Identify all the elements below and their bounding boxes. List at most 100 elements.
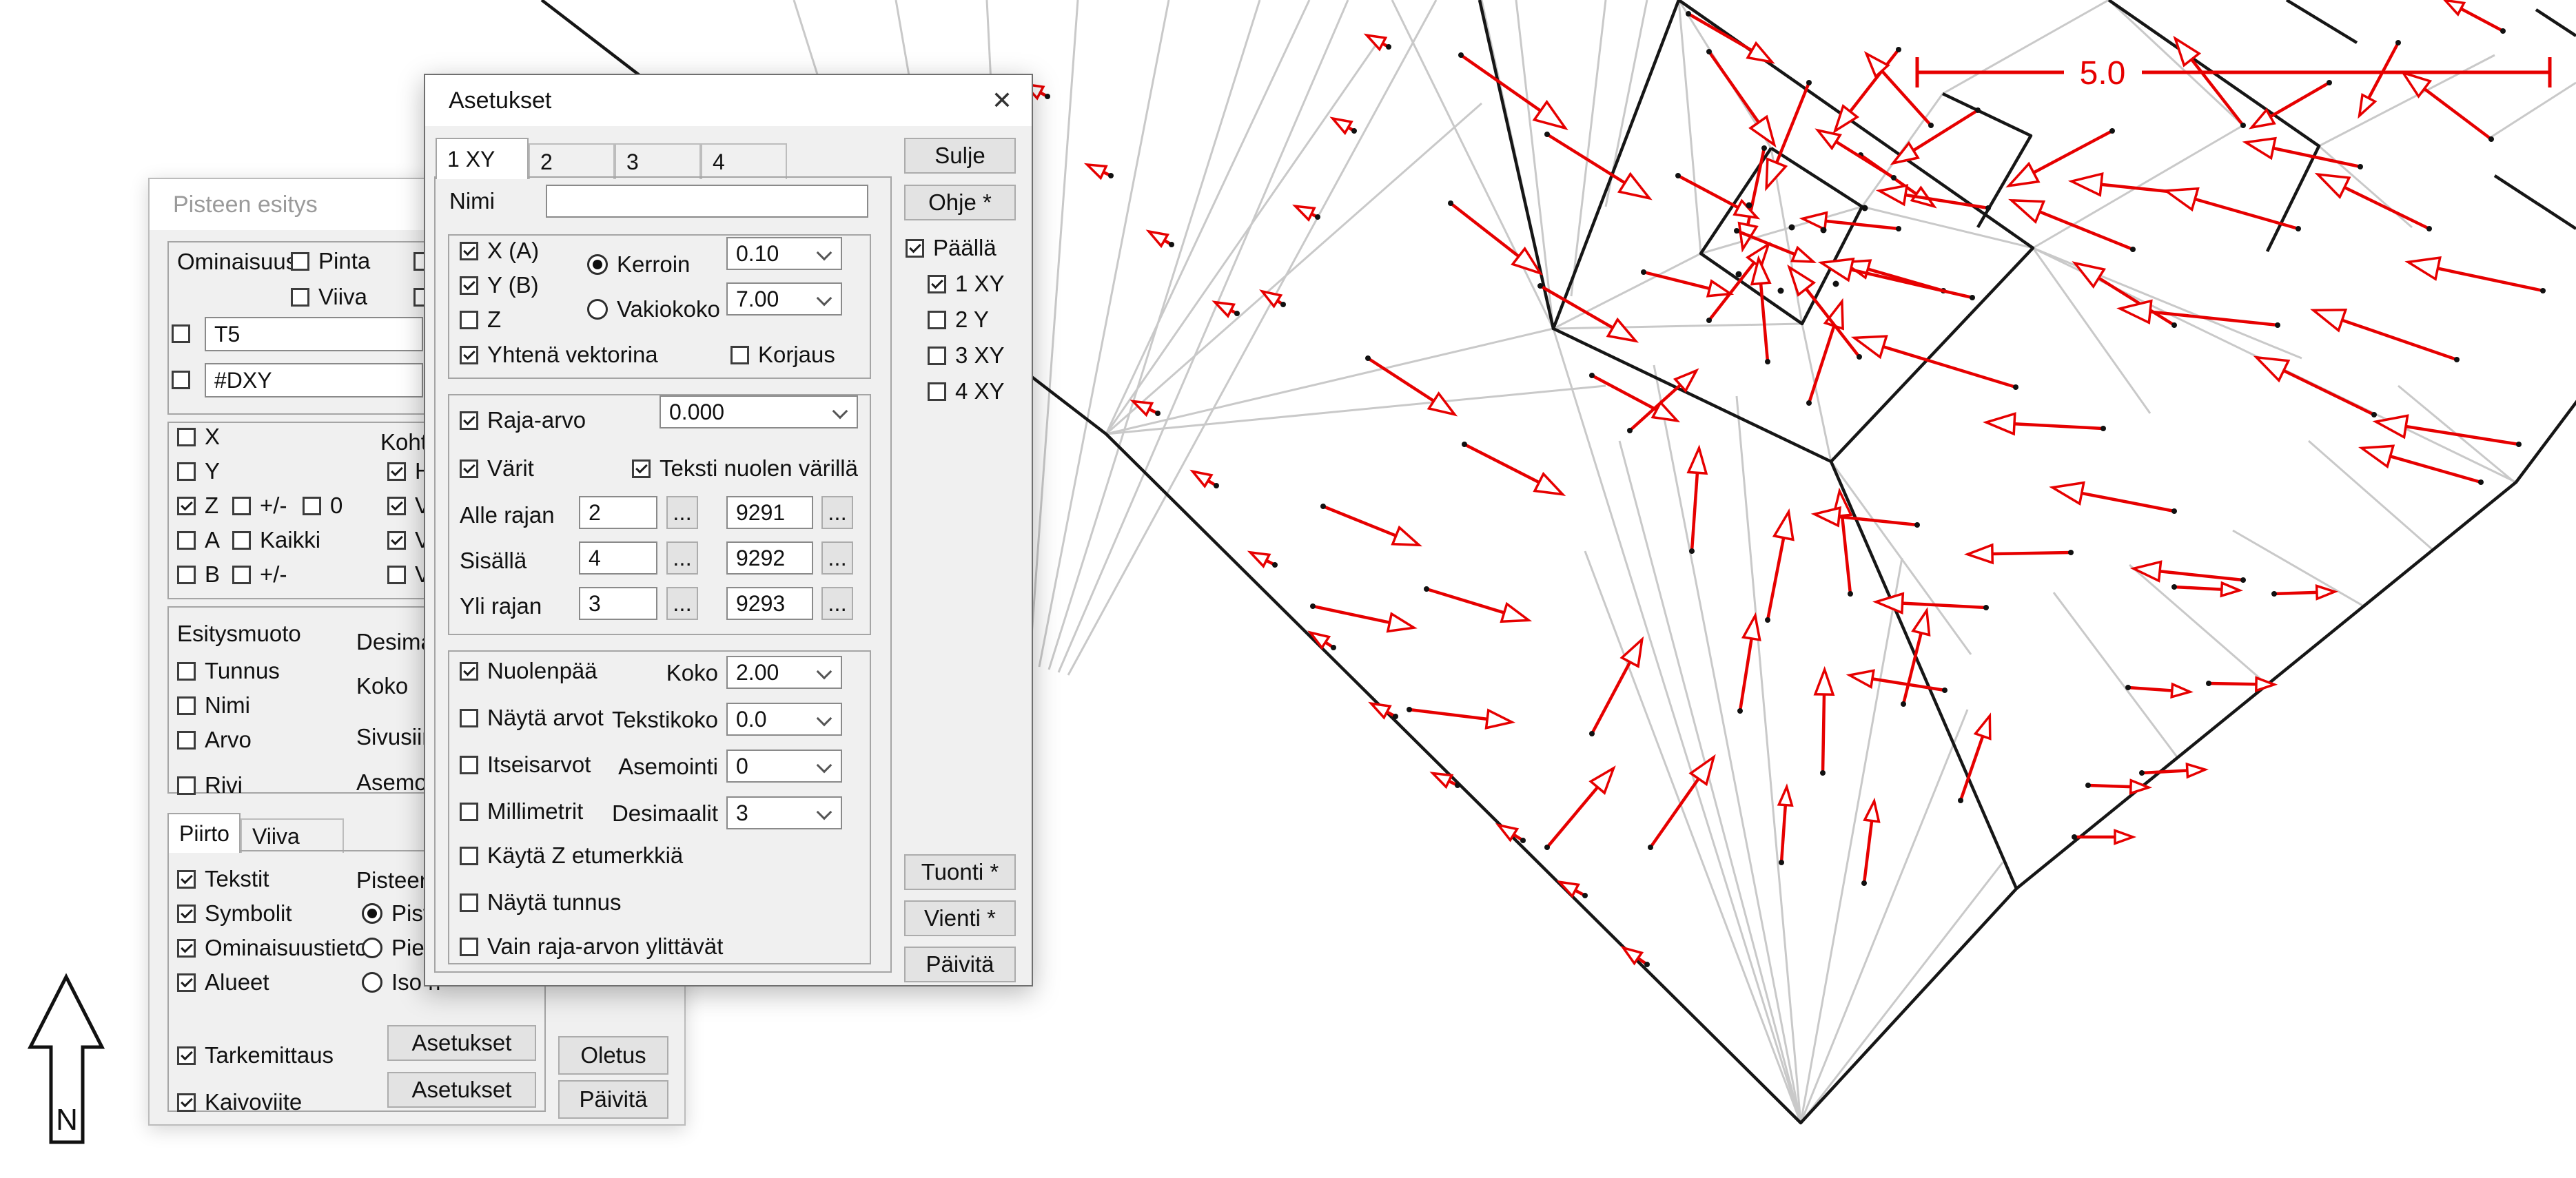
checkbox-4-xy[interactable]: 4 XY (928, 378, 1005, 405)
checkbox-nayta-arvot[interactable]: Näytä arvot (460, 704, 604, 732)
checkbox-pinta[interactable]: Pinta (291, 247, 370, 275)
koko-label: Koko (356, 672, 408, 700)
tab-viiva[interactable]: Viiva (241, 818, 344, 853)
tuonti-button[interactable]: Tuonti * (904, 854, 1016, 890)
checkbox-box (460, 709, 478, 727)
checkbox-plusminus-2[interactable]: +/- (232, 561, 287, 588)
close-button[interactable]: ✕ (972, 75, 1032, 126)
checkbox-box (232, 531, 251, 550)
paivita-button-2[interactable]: Päivitä (904, 947, 1016, 982)
checkbox-box (177, 776, 196, 795)
checkbox-viiva[interactable]: Viiva (291, 283, 367, 311)
radio-kerroin[interactable]: Kerroin (587, 251, 690, 278)
checkbox-y[interactable]: Y (177, 457, 220, 485)
vakiokoko-combo[interactable]: 7.00 (726, 282, 842, 316)
sisalla-symbol-browse-button[interactable]: ... (821, 541, 853, 575)
checkbox-2-y[interactable]: 2 Y (928, 306, 989, 333)
checkbox-tunnus[interactable]: Tunnus (177, 657, 280, 685)
ohje-button[interactable]: Ohje * (904, 185, 1016, 220)
checkbox-paalla[interactable]: Päällä (906, 234, 996, 262)
checkbox-zero[interactable]: 0 (303, 492, 343, 519)
oletus-button[interactable]: Oletus (558, 1036, 668, 1075)
checkbox-a[interactable]: A (177, 526, 220, 554)
checkbox-ominaisuustieto[interactable]: Ominaisuustieto (177, 934, 368, 962)
checkbox-3-xy[interactable]: 3 XY (928, 342, 1005, 369)
title-bar[interactable]: Asetukset (425, 75, 1032, 126)
checkbox-arvo[interactable]: Arvo (177, 726, 252, 754)
tab-4[interactable]: 4 (701, 143, 787, 179)
tab-2[interactable]: 2 (529, 143, 615, 179)
checkbox-symbolit[interactable]: Symbolit (177, 900, 292, 927)
vienti-button[interactable]: Vienti * (904, 900, 1016, 936)
desimaalit-combo[interactable]: 3 (726, 796, 842, 829)
checkbox-t5[interactable] (172, 320, 190, 347)
checkbox-alueet[interactable]: Alueet (177, 969, 269, 996)
asetukset-dialog: Asetukset ✕ 1 XY 2 3 4 Nimi X (A) Y (B) … (424, 74, 1033, 986)
checkbox-z[interactable]: Z (177, 492, 218, 519)
kerroin-combo[interactable]: 0.10 (726, 237, 842, 270)
checkbox-z[interactable]: Z (460, 306, 501, 333)
tarkemittaus-asetukset-button[interactable]: Asetukset (387, 1025, 536, 1061)
asemointi-combo[interactable]: 0 (726, 750, 842, 783)
alle-rajan-symbol-browse-button[interactable]: ... (821, 496, 853, 529)
radio-circle (362, 903, 382, 924)
checkbox-teksti-nuolen-varilla[interactable]: Teksti nuolen värillä (632, 455, 858, 482)
checkbox-box (172, 371, 190, 389)
checkbox-yhtena-vektorina[interactable]: Yhtenä vektorina (460, 341, 658, 369)
checkbox-raja-arvo[interactable]: Raja-arvo (460, 406, 586, 434)
checkbox-b[interactable]: B (177, 561, 220, 588)
alle-rajan-symbol-field[interactable]: 9291 (726, 496, 813, 529)
checkbox-box (177, 1046, 196, 1065)
checkbox-x[interactable]: X (177, 423, 220, 451)
alle-rajan-color-field[interactable]: 2 (579, 496, 657, 529)
sisalla-color-browse-button[interactable]: ... (666, 541, 698, 575)
checkbox-box (177, 731, 196, 750)
checkbox-y-b[interactable]: Y (B) (460, 271, 539, 299)
checkbox-nayta-tunnus[interactable]: Näytä tunnus (460, 889, 621, 916)
checkbox-tekstit[interactable]: Tekstit (177, 865, 269, 893)
checkbox-plusminus-1[interactable]: +/- (232, 492, 287, 519)
tab-piirto[interactable]: Piirto (167, 813, 241, 853)
checkbox-dxy[interactable] (172, 366, 190, 393)
checkbox-box (232, 566, 251, 584)
dxy-field[interactable]: #DXY (205, 363, 423, 397)
paivita-button-1[interactable]: Päivitä (558, 1080, 668, 1119)
checkbox-1-xy[interactable]: 1 XY (928, 270, 1005, 298)
checkbox-kaivoviite[interactable]: Kaivoviite (177, 1088, 302, 1116)
checkbox-vain-raja-arvon-ylittavat[interactable]: Vain raja-arvon ylittävät (460, 933, 723, 960)
checkbox-kaikki[interactable]: Kaikki (232, 526, 320, 554)
checkbox-korjaus[interactable]: Korjaus (730, 341, 835, 369)
checkbox-kayta-z-etumerkkia[interactable]: Käytä Z etumerkkiä (460, 842, 683, 869)
checkbox-varit[interactable]: Värit (460, 455, 534, 482)
kaivoviite-asetukset-button[interactable]: Asetukset (387, 1072, 536, 1108)
t5-field[interactable]: T5 (205, 317, 423, 351)
yli-rajan-symbol-browse-button[interactable]: ... (821, 587, 853, 620)
koko-combo[interactable]: 2.00 (726, 656, 842, 689)
radio-vakiokoko[interactable]: Vakiokoko (587, 296, 720, 323)
tekstikoko-combo[interactable]: 0.0 (726, 703, 842, 736)
checkbox-box (460, 346, 478, 364)
yli-rajan-color-field[interactable]: 3 (579, 587, 657, 620)
checkbox-box (460, 276, 478, 295)
checkbox-box (460, 893, 478, 912)
ominaisuus-label: Ominaisuus (177, 248, 297, 276)
checkbox-nimi[interactable]: Nimi (177, 692, 250, 719)
alle-rajan-color-browse-button[interactable]: ... (666, 496, 698, 529)
checkbox-nuolenpaa[interactable]: Nuolenpää (460, 657, 597, 685)
sisalla-symbol-field[interactable]: 9292 (726, 541, 813, 575)
tab-3[interactable]: 3 (615, 143, 701, 179)
raja-arvo-combo[interactable]: 0.000 (660, 395, 858, 428)
checkbox-itseisarvot[interactable]: Itseisarvot (460, 751, 591, 778)
checkbox-box (928, 275, 946, 293)
checkbox-x-a[interactable]: X (A) (460, 237, 539, 265)
checkbox-rivi[interactable]: Rivi (177, 772, 243, 799)
yli-rajan-color-browse-button[interactable]: ... (666, 587, 698, 620)
yli-rajan-symbol-field[interactable]: 9293 (726, 587, 813, 620)
sisalla-color-field[interactable]: 4 (579, 541, 657, 575)
nimi-input[interactable] (546, 185, 868, 218)
checkbox-tarkemittaus[interactable]: Tarkemittaus (177, 1042, 334, 1069)
dialog-title: Asetukset (449, 75, 551, 126)
tab-1-xy[interactable]: 1 XY (436, 138, 529, 179)
checkbox-millimetrit[interactable]: Millimetrit (460, 798, 583, 825)
sulje-button[interactable]: Sulje (904, 138, 1016, 174)
